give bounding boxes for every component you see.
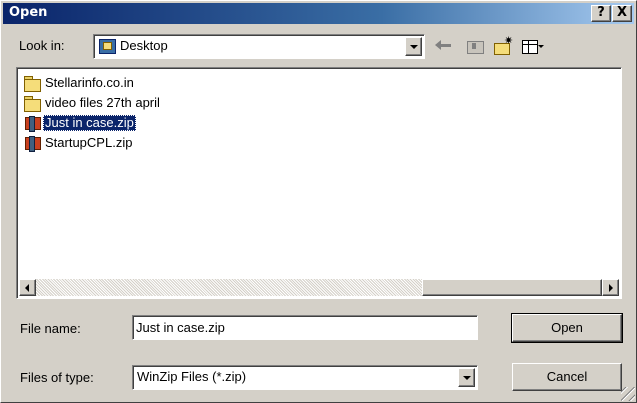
file-name-field[interactable] — [132, 315, 478, 340]
list-item[interactable]: Stellarinfo.co.in — [23, 74, 136, 92]
back-icon[interactable] — [435, 37, 457, 55]
open-button-label: Open — [551, 320, 583, 335]
list-item[interactable]: StartupCPL.zip — [23, 134, 134, 152]
folder-icon — [23, 75, 41, 92]
file-name-text: video files 27th april — [45, 95, 160, 110]
up-one-level-icon[interactable] — [464, 37, 486, 55]
dialog-title: Open — [9, 5, 48, 20]
zip-archive-icon — [23, 135, 41, 152]
desktop-icon — [98, 37, 116, 55]
open-dialog: Open ? X Look in: Desktop Stellarinfo.co… — [0, 0, 637, 403]
file-type-label: Files of type: — [20, 370, 94, 385]
title-bar[interactable]: Open ? X — [3, 3, 634, 24]
help-button[interactable]: ? — [591, 5, 611, 22]
file-name-text: Stellarinfo.co.in — [45, 75, 134, 90]
scroll-left-button[interactable] — [19, 279, 36, 296]
file-list[interactable]: Stellarinfo.co.in video files 27th april… — [16, 67, 622, 299]
scroll-right-button[interactable] — [602, 279, 619, 296]
look-in-value: Desktop — [120, 38, 168, 53]
file-name-input[interactable] — [136, 318, 476, 336]
resize-grip[interactable] — [621, 387, 635, 401]
open-button[interactable]: Open — [511, 313, 623, 343]
zip-archive-icon — [23, 115, 41, 132]
list-item-selected[interactable]: Just in case.zip — [23, 114, 136, 132]
file-name-text: StartupCPL.zip — [45, 135, 133, 150]
file-type-value: WinZip Files (*.zip) — [137, 369, 247, 384]
list-item[interactable]: video files 27th april — [23, 94, 162, 112]
look-in-dropdown-button[interactable] — [405, 37, 422, 56]
new-folder-icon[interactable] — [492, 34, 514, 55]
view-menu-icon[interactable] — [521, 37, 544, 55]
file-type-combobox[interactable]: WinZip Files (*.zip) — [132, 365, 478, 390]
file-name-text: Just in case.zip — [43, 115, 136, 131]
scroll-thumb[interactable] — [422, 279, 602, 296]
look-in-combobox[interactable]: Desktop — [93, 34, 425, 59]
horizontal-scrollbar[interactable] — [19, 279, 619, 296]
close-button[interactable]: X — [612, 5, 632, 22]
look-in-label: Look in: — [19, 38, 65, 53]
folder-icon — [23, 95, 41, 112]
cancel-button[interactable]: Cancel — [512, 363, 622, 391]
file-name-label: File name: — [20, 321, 81, 336]
cancel-button-label: Cancel — [546, 369, 588, 384]
file-type-dropdown-button[interactable] — [458, 368, 475, 387]
